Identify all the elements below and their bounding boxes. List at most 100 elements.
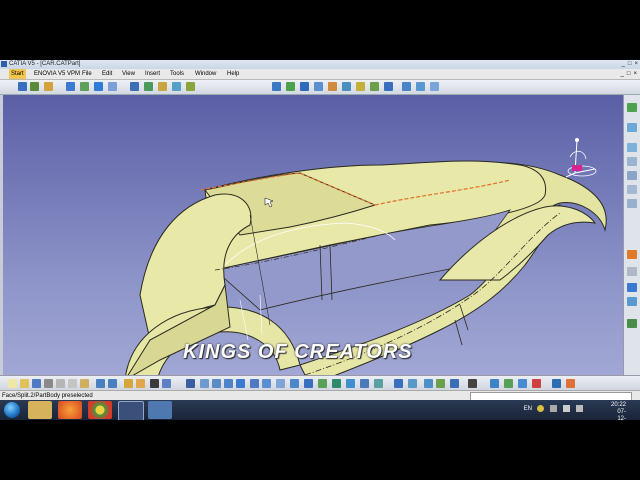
offset-icon[interactable] (144, 82, 153, 91)
point-tool-icon[interactable] (424, 379, 433, 388)
zoom-in-icon[interactable] (250, 379, 259, 388)
swap-space-icon[interactable] (346, 379, 355, 388)
trim-surface-icon[interactable] (416, 82, 425, 91)
line-icon[interactable] (30, 82, 39, 91)
iso-view-icon[interactable] (304, 379, 313, 388)
shading-icon[interactable] (318, 379, 327, 388)
catia-taskbar-icon[interactable] (118, 401, 144, 420)
connect-checker-icon[interactable] (490, 379, 499, 388)
boundary-icon[interactable] (430, 82, 439, 91)
clock[interactable]: 20:22 07-12-2017 (611, 402, 626, 420)
affinity-icon[interactable] (627, 185, 637, 194)
menu-file[interactable]: File (82, 69, 92, 79)
normal-view-icon[interactable] (276, 379, 285, 388)
minimize-button[interactable]: _ (622, 60, 625, 69)
surface-analysis-icon[interactable] (532, 379, 541, 388)
language-indicator[interactable]: EN (524, 406, 532, 412)
axis-system-icon[interactable] (627, 297, 637, 306)
point-icon[interactable] (80, 82, 89, 91)
save-icon[interactable] (32, 379, 41, 388)
undo-icon[interactable] (96, 379, 105, 388)
rotate-view-icon[interactable] (236, 379, 245, 388)
fit-all-icon[interactable] (212, 379, 221, 388)
fill-icon[interactable] (342, 82, 351, 91)
axis-to-axis-icon[interactable] (627, 199, 637, 208)
windows-start-button[interactable] (4, 402, 20, 418)
fly-mode-icon[interactable] (200, 379, 209, 388)
copy-icon[interactable] (68, 379, 77, 388)
split-icon[interactable] (402, 82, 411, 91)
compass-icon[interactable] (560, 135, 600, 180)
menu-tools[interactable]: Tools (170, 69, 184, 79)
firefox-icon[interactable] (58, 401, 82, 419)
menu-enovia[interactable]: ENOVIA V5 VPM (34, 69, 80, 79)
translate-icon[interactable] (627, 123, 637, 132)
spline-icon[interactable] (66, 82, 75, 91)
sweep-icon[interactable] (328, 82, 337, 91)
doc-close-button[interactable]: × (633, 69, 637, 79)
update-icon[interactable] (124, 379, 133, 388)
zoom-out-icon[interactable] (262, 379, 271, 388)
sketch-analysis-icon[interactable] (394, 379, 403, 388)
profile-icon[interactable] (44, 82, 53, 91)
constraint-icon[interactable] (130, 82, 139, 91)
cylinder-icon[interactable] (314, 82, 323, 91)
revolve-icon[interactable] (286, 82, 295, 91)
blend-icon[interactable] (356, 82, 365, 91)
sphere-icon[interactable] (300, 82, 309, 91)
extrude-icon[interactable] (272, 82, 281, 91)
rotate-icon[interactable] (94, 82, 103, 91)
maximize-button[interactable]: □ (628, 60, 632, 69)
sketch-icon[interactable] (18, 82, 27, 91)
cut-icon[interactable] (56, 379, 65, 388)
menu-view[interactable]: View (122, 69, 135, 79)
pan-icon[interactable] (224, 379, 233, 388)
chrome-icon[interactable] (88, 401, 112, 419)
notification-icon[interactable] (537, 405, 544, 412)
hand-icon[interactable] (136, 379, 145, 388)
network-icon[interactable] (550, 405, 557, 412)
knowledge-icon[interactable] (162, 379, 171, 388)
hide-show-icon[interactable] (332, 379, 341, 388)
formula-icon[interactable] (150, 379, 159, 388)
line-tool-icon[interactable] (436, 379, 445, 388)
mirror-icon[interactable] (172, 82, 181, 91)
image-viewer-icon[interactable] (148, 401, 172, 419)
table-icon[interactable] (186, 379, 195, 388)
doc-minimize-button[interactable]: _ (621, 69, 624, 79)
multi-section-icon[interactable] (370, 82, 379, 91)
file-explorer-icon[interactable] (28, 401, 52, 419)
scaling-icon[interactable] (627, 171, 637, 180)
catalog-icon[interactable] (408, 379, 417, 388)
multi-view-icon[interactable] (290, 379, 299, 388)
join-icon[interactable] (384, 82, 393, 91)
menu-edit[interactable]: Edit (102, 69, 112, 79)
extract-icon[interactable] (627, 103, 637, 112)
measure-icon[interactable] (627, 250, 637, 259)
new-icon[interactable] (8, 379, 17, 388)
curvature-icon[interactable] (504, 379, 513, 388)
zoom-icon[interactable] (108, 82, 117, 91)
camera-icon[interactable] (468, 379, 477, 388)
view-mode-icon[interactable] (360, 379, 369, 388)
plane-tool-icon[interactable] (450, 379, 459, 388)
analysis-icon[interactable] (627, 319, 637, 328)
apply-material-icon[interactable] (627, 267, 637, 276)
rotate-tool-icon[interactable] (627, 143, 637, 152)
generic-icon[interactable] (552, 379, 561, 388)
open-icon[interactable] (20, 379, 29, 388)
menu-insert[interactable]: Insert (145, 69, 160, 79)
symmetry-icon[interactable] (627, 157, 637, 166)
close-button[interactable]: × (634, 60, 638, 69)
trim-icon[interactable] (158, 82, 167, 91)
material-icon[interactable] (374, 379, 383, 388)
battery-icon[interactable] (576, 405, 583, 412)
volume-icon[interactable] (563, 405, 570, 412)
menu-window[interactable]: Window (195, 69, 216, 79)
draft-analysis-icon[interactable] (518, 379, 527, 388)
menu-help[interactable]: Help (227, 69, 239, 79)
project-icon[interactable] (186, 82, 195, 91)
print-icon[interactable] (44, 379, 53, 388)
paste-icon[interactable] (80, 379, 89, 388)
doc-restore-button[interactable]: □ (627, 69, 631, 79)
